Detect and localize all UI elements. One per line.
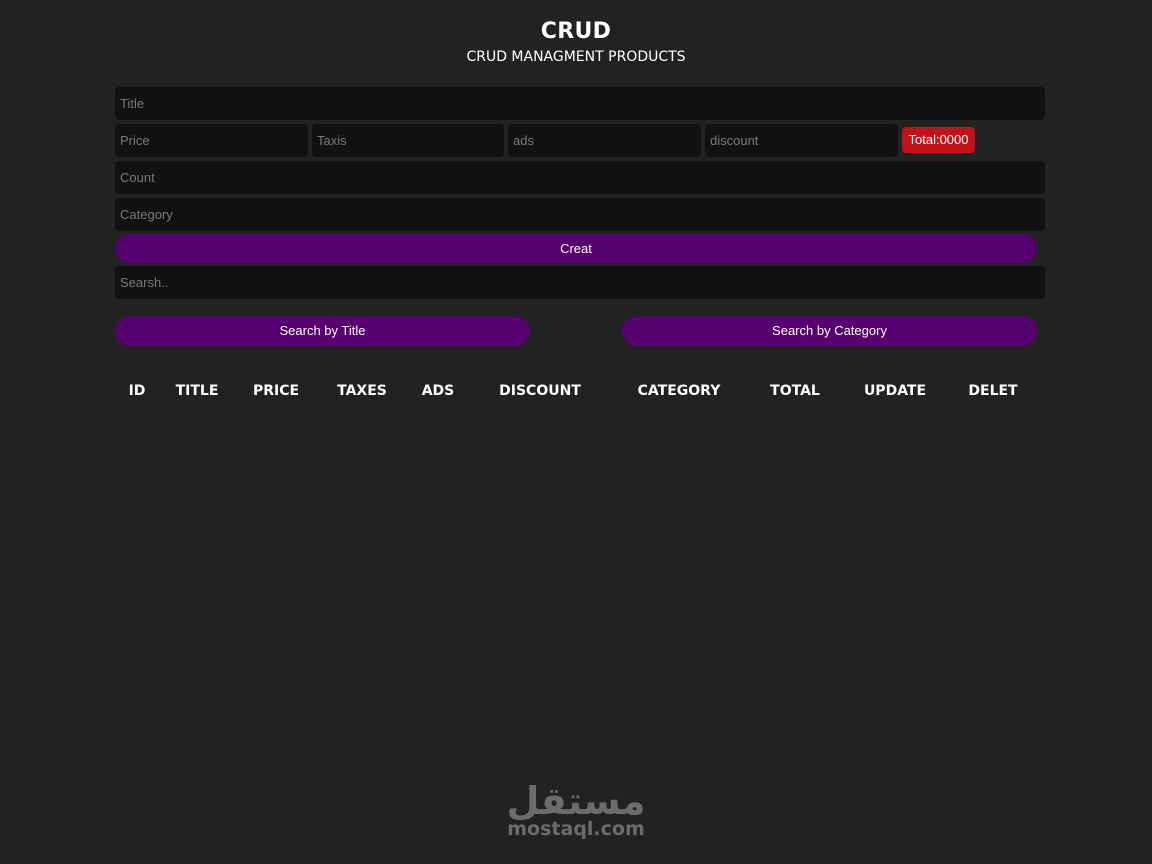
watermark-arabic: مستقل: [506, 779, 646, 823]
create-button[interactable]: Creat: [115, 234, 1037, 263]
column-header-title: TITLE: [175, 383, 219, 399]
page-header: CRUD CRUD MANAGMENT PRODUCTS: [0, 18, 1152, 68]
column-header-category: CATEGORY: [637, 383, 721, 399]
page-title: CRUD: [540, 19, 612, 44]
column-header-ads: ADS: [421, 383, 455, 399]
watermark-latin: mostaql.com: [507, 818, 645, 840]
count-input[interactable]: [115, 161, 1045, 194]
search-by-title-button[interactable]: Search by Title: [115, 316, 530, 346]
column-header-discount: DISCOUNT: [499, 383, 581, 399]
total-badge: Total:0000: [902, 127, 975, 153]
ads-input[interactable]: [508, 124, 701, 157]
crud-page: CRUD CRUD MANAGMENT PRODUCTS Total:0000 …: [0, 0, 1152, 864]
column-header-update: UPDATE: [863, 383, 927, 399]
mostaql-watermark: مستقل mostaql.com: [0, 780, 1152, 840]
category-input[interactable]: [115, 198, 1045, 231]
discount-input[interactable]: [705, 124, 898, 157]
title-input[interactable]: [115, 87, 1045, 120]
column-header-price: PRICE: [252, 383, 300, 399]
search-input[interactable]: [115, 266, 1045, 299]
search-by-category-button[interactable]: Search by Category: [622, 316, 1037, 346]
taxes-input[interactable]: [312, 124, 504, 157]
column-header-delete: DELET: [968, 383, 1018, 399]
column-header-total: TOTAL: [770, 383, 820, 399]
page-subtitle: CRUD MANAGMENT PRODUCTS: [466, 49, 686, 65]
column-header-id: ID: [128, 383, 146, 399]
column-header-taxes: TAXES: [337, 383, 387, 399]
price-input[interactable]: [115, 124, 308, 157]
